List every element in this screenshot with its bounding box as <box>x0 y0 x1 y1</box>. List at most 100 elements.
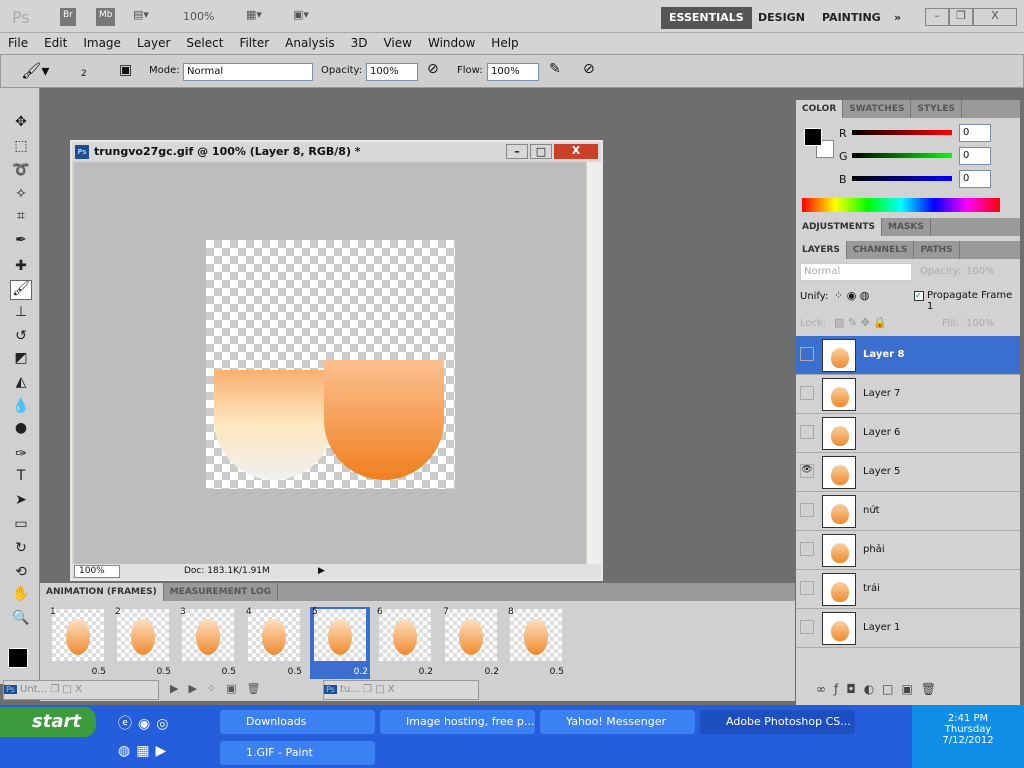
airbrush-icon[interactable]: ✎ <box>549 61 561 77</box>
doc-minimize-button[interactable]: – <box>506 144 528 159</box>
color-ramp[interactable] <box>802 198 1000 212</box>
layer-row[interactable]: nứt <box>796 492 1020 531</box>
visibility-toggle[interactable] <box>800 542 814 556</box>
visibility-toggle[interactable] <box>800 620 814 634</box>
brush-preset-icon[interactable]: 🖌▾ <box>21 61 49 80</box>
tab-paths[interactable]: PATHS <box>914 241 960 259</box>
menu-edit[interactable]: Edit <box>36 33 75 54</box>
tab-masks[interactable]: MASKS <box>882 218 931 236</box>
visibility-toggle[interactable] <box>800 425 814 439</box>
frame-delay[interactable]: 0.5 <box>157 667 171 677</box>
opacity-input[interactable]: 100% <box>366 63 418 81</box>
vertical-scrollbar[interactable] <box>587 162 601 564</box>
tab-measurement-log[interactable]: MEASUREMENT LOG <box>164 583 279 601</box>
clone-stamp-tool-icon[interactable]: ⊥ <box>10 304 32 324</box>
canvas-area[interactable] <box>74 162 586 564</box>
quick-launch-icons-row2[interactable]: ◍▦▶ <box>118 743 172 759</box>
layer-row[interactable]: Layer 1 <box>796 609 1020 648</box>
mini-bridge-button[interactable]: Mb <box>96 8 116 26</box>
fill-value[interactable]: 100% <box>966 318 995 329</box>
animation-frame[interactable]: 3 0.5 <box>178 607 238 679</box>
hand-tool-icon[interactable]: ✋ <box>10 586 32 606</box>
doc-close-button[interactable]: X <box>554 144 598 159</box>
quick-selection-tool-icon[interactable]: ✧ <box>10 186 32 206</box>
clock-time[interactable]: 2:41 PM <box>912 713 1024 724</box>
eyedropper-tool-icon[interactable]: ✒ <box>10 232 32 252</box>
tab-channels[interactable]: CHANNELS <box>847 241 915 259</box>
visibility-toggle[interactable] <box>800 347 814 361</box>
tab-styles[interactable]: STYLES <box>911 100 962 118</box>
bridge-button[interactable]: Br <box>60 8 76 26</box>
propagate-checkbox[interactable]: ✓ <box>914 291 924 301</box>
lasso-tool-icon[interactable]: ➰ <box>10 162 32 182</box>
eye-icon[interactable]: 👁 <box>800 464 814 478</box>
r-slider[interactable] <box>852 130 952 135</box>
b-slider[interactable] <box>852 176 952 181</box>
frame-delay[interactable]: 0.5 <box>92 667 106 677</box>
3d-rotate-tool-icon[interactable]: ↻ <box>10 540 32 560</box>
menu-analysis[interactable]: Analysis <box>277 33 342 54</box>
blur-tool-icon[interactable]: 💧 <box>10 398 32 418</box>
g-slider[interactable] <box>852 153 952 158</box>
menu-window[interactable]: Window <box>420 33 483 54</box>
layer-opacity-value[interactable]: 100% <box>966 266 995 277</box>
frame-delay[interactable]: 0.5 <box>288 667 302 677</box>
shape-tool-icon[interactable]: ▭ <box>10 516 32 536</box>
history-brush-tool-icon[interactable]: ↺ <box>10 328 32 348</box>
pressure-size-icon[interactable]: ⊘ <box>583 61 595 77</box>
task-yahoo-messenger[interactable]: Yahoo! Messenger <box>540 710 695 734</box>
minimized-doc-2[interactable]: Ps tu... ❐ □ X <box>323 680 479 700</box>
unify-icons[interactable]: ⁘ ◉ ◍ <box>834 289 869 302</box>
path-selection-tool-icon[interactable]: ➤ <box>10 492 32 512</box>
zoom-field[interactable]: 100% <box>74 565 120 578</box>
dodge-tool-icon[interactable]: ● <box>10 420 32 440</box>
lock-icons[interactable]: ▨ ✎ ✥ 🔒 <box>834 316 887 329</box>
visibility-toggle[interactable] <box>800 386 814 400</box>
menu-view[interactable]: View <box>375 33 419 54</box>
workspace-design[interactable]: DESIGN <box>750 7 813 29</box>
animation-frame[interactable]: 8 0.5 <box>506 607 566 679</box>
frame-delay[interactable]: 0.2 <box>419 667 433 677</box>
minimize-button[interactable]: – <box>925 8 949 26</box>
view-extras-icon[interactable]: ▤▾ <box>133 8 149 26</box>
tab-animation-frames[interactable]: ANIMATION (FRAMES) <box>40 583 164 601</box>
doc-size-info[interactable]: Doc: 183.1K/1.91M <box>184 564 270 579</box>
foreground-color-swatch[interactable] <box>8 648 28 668</box>
tab-swatches[interactable]: SWATCHES <box>843 100 912 118</box>
visibility-toggle[interactable] <box>800 581 814 595</box>
g-input[interactable]: 0 <box>959 147 991 165</box>
pen-tool-icon[interactable]: ✑ <box>10 446 32 466</box>
blend-mode-select[interactable]: Normal <box>800 263 912 281</box>
animation-frame[interactable]: 4 0.5 <box>244 607 304 679</box>
restore-button[interactable]: ❐ <box>949 8 973 26</box>
brush-tool-icon[interactable]: 🖌 <box>10 280 32 300</box>
zoom-tool-icon[interactable]: 🔍 <box>10 610 32 630</box>
menu-image[interactable]: Image <box>75 33 129 54</box>
mode-select[interactable]: Normal <box>183 63 313 81</box>
layer-row[interactable]: Layer 7 <box>796 375 1020 414</box>
r-input[interactable]: 0 <box>959 124 991 142</box>
move-tool-icon[interactable]: ✥ <box>10 114 32 134</box>
task-firefox[interactable]: Image hosting, free p... <box>380 710 535 734</box>
healing-brush-tool-icon[interactable]: ✚ <box>10 258 32 278</box>
menu-select[interactable]: Select <box>178 33 231 54</box>
more-workspaces-button[interactable]: » <box>886 7 909 29</box>
layer-row[interactable]: Layer 8 <box>796 336 1020 375</box>
animation-frame-selected[interactable]: 5 0.2 <box>310 607 370 679</box>
workspace-essentials[interactable]: ESSENTIALS <box>661 7 752 29</box>
minimized-doc-1[interactable]: Ps Unt... ❐ □ X <box>3 680 159 700</box>
animation-frame[interactable]: 6 0.2 <box>375 607 435 679</box>
frame-delay[interactable]: 0.2 <box>354 667 368 677</box>
task-photoshop[interactable]: Adobe Photoshop CS... <box>700 710 855 734</box>
layer-row[interactable]: Layer 6 <box>796 414 1020 453</box>
brush-size[interactable]: 2 <box>81 69 87 79</box>
playback-controls[interactable]: ▶▶⁘▣🗑 <box>170 682 271 695</box>
eraser-tool-icon[interactable]: ◩ <box>10 350 32 370</box>
status-menu-arrow-icon[interactable]: ▶ <box>318 564 325 579</box>
tab-color[interactable]: COLOR <box>796 100 844 118</box>
animation-frame[interactable]: 2 0.5 <box>113 607 173 679</box>
close-button[interactable]: X <box>973 8 1017 26</box>
zoom-level-dropdown[interactable]: 100% <box>183 10 214 28</box>
menu-help[interactable]: Help <box>483 33 526 54</box>
workspace-painting[interactable]: PAINTING <box>814 7 889 29</box>
